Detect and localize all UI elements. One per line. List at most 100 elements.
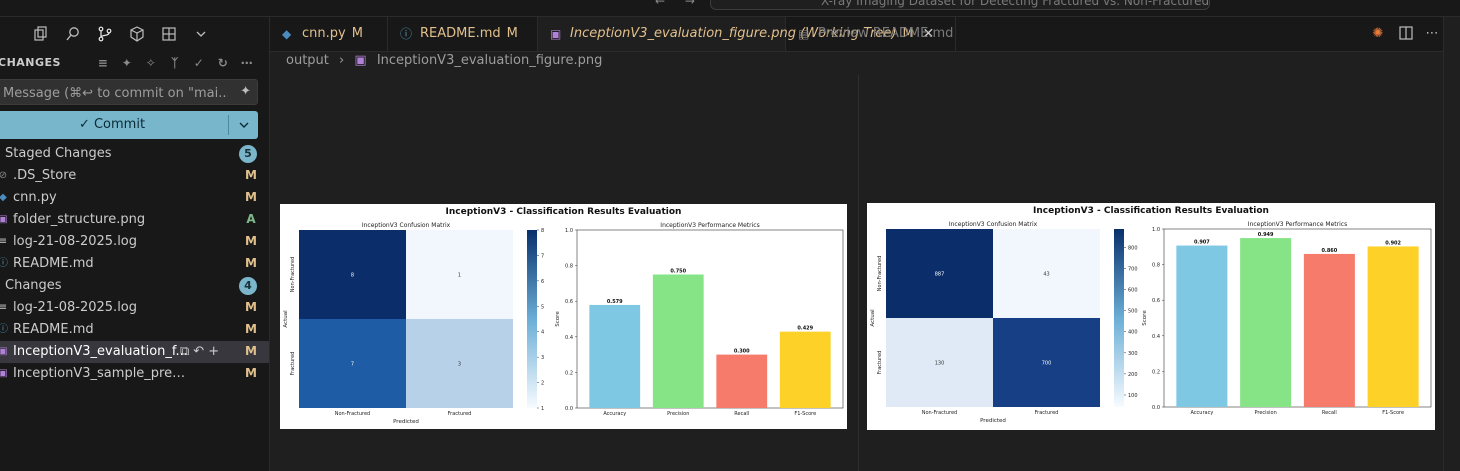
- colorbar-tick-label: 300: [1128, 351, 1138, 357]
- file-type-icon: ◆: [0, 192, 7, 203]
- confusion-cell-value: 700: [1042, 361, 1052, 367]
- commit-button-group: ✓ Commit: [0, 111, 258, 139]
- colorbar-tick-label: 5: [541, 304, 544, 310]
- colorbar-tick-label: 4: [541, 330, 544, 336]
- staged-group-header[interactable]: Staged Changes 5: [0, 143, 269, 165]
- colorbar-tick-label: 400: [1128, 330, 1138, 336]
- colorbar-tick-label: 7: [541, 253, 544, 259]
- figure-title: InceptionV3 - Classification Results Eva…: [1033, 206, 1269, 216]
- metrics-y-tick-label: 0.4: [1152, 334, 1160, 340]
- scm-file-row[interactable]: ▣ InceptionV3_evaluation_f... ⧉↶+ M: [0, 341, 269, 363]
- scm-file-row[interactable]: ≡ log-21-08-2025.log M: [0, 297, 269, 319]
- extensions-icon[interactable]: [129, 26, 145, 42]
- git-status-badge: M: [245, 300, 257, 314]
- file-name: InceptionV3_evaluation_f...: [13, 344, 188, 359]
- file-name: cnn.py: [13, 190, 57, 205]
- scm-file-row[interactable]: ⓘ README.md M: [0, 319, 269, 341]
- remote-explorer-icon[interactable]: [161, 26, 177, 42]
- metrics-x-tick: Accuracy: [603, 411, 626, 417]
- confusion-cell-value: 8: [351, 273, 354, 279]
- tab-file-icon: ◆: [282, 27, 292, 41]
- diff-divider: [858, 75, 859, 471]
- metrics-y-tick-label: 1.0: [1152, 227, 1160, 233]
- source-control-sidebar: CHANGES ≡ ✦ ✧ ᛉ ✓ ↻ ⋯ ✦ ✓ Commit Staged …: [0, 17, 270, 471]
- changes-header: CHANGES ≡ ✦ ✧ ᛉ ✓ ↻ ⋯: [0, 55, 269, 71]
- commit-message-input[interactable]: [1, 83, 230, 103]
- metrics-x-tick: F1-Score: [794, 411, 816, 417]
- scm-file-row[interactable]: ▣ InceptionV3_sample_predictions.p... M: [0, 363, 269, 385]
- scm-file-row[interactable]: ▣ folder_structure.png A: [0, 209, 269, 231]
- history-nav[interactable]: ← →: [655, 0, 703, 8]
- commit-check-icon[interactable]: ✓: [191, 55, 207, 71]
- search-icon[interactable]: [65, 26, 81, 42]
- more-actions-icon[interactable]: ⋯: [1424, 26, 1440, 42]
- open-file-icon[interactable]: ⧉: [180, 344, 193, 359]
- confusion-cell-value: 1: [458, 273, 461, 279]
- metrics-bar: [652, 274, 704, 408]
- metrics-title: InceptionV3 Performance Metrics: [660, 222, 759, 229]
- command-center-search[interactable]: X-ray Imaging Dataset for Detecting Frac…: [710, 0, 1210, 10]
- commit-dropdown-button[interactable]: [229, 111, 258, 139]
- explorer-icon[interactable]: [33, 26, 49, 42]
- confusion-y-tick: Non-Fractured: [877, 256, 883, 291]
- changes-header-label: CHANGES: [0, 56, 61, 69]
- confusion-cell-value: 7: [351, 362, 354, 368]
- stage-icon[interactable]: +: [208, 344, 223, 359]
- title-bar: ← → X-ray Imaging Dataset for Detecting …: [0, 0, 1460, 17]
- git-status-badge: M: [245, 256, 257, 270]
- tab-file-icon: ⓘ: [400, 27, 413, 41]
- generate-message-icon[interactable]: ✦: [240, 84, 251, 99]
- scm-file-row[interactable]: ⊘ .DS_Store M: [0, 165, 269, 187]
- scm-file-row[interactable]: ⓘ README.md M: [0, 253, 269, 275]
- tab-4[interactable]: ▤ Preview README.md: [786, 17, 956, 51]
- breadcrumb-folder[interactable]: output: [286, 53, 329, 68]
- colorbar-tick-label: 100: [1128, 393, 1138, 399]
- tab-2[interactable]: ⓘ README.md M: [388, 17, 538, 51]
- metrics-y-tick-label: 0.6: [565, 299, 573, 305]
- metrics-bar-label: 0.949: [1258, 232, 1274, 238]
- commit-button[interactable]: ✓ Commit: [0, 111, 228, 139]
- metrics-bar: [1240, 238, 1292, 407]
- sidebar-toolbar: [0, 17, 269, 51]
- metrics-y-tick-label: 0.2: [1152, 369, 1160, 375]
- metrics-x-tick: Accuracy: [1190, 410, 1213, 416]
- metrics-bar-label: 0.902: [1385, 240, 1401, 246]
- breadcrumb-file[interactable]: InceptionV3_evaluation_figure.png: [377, 53, 603, 68]
- scm-file-row[interactable]: ≡ log-21-08-2025.log M: [0, 231, 269, 253]
- figure-title: InceptionV3 - Classification Results Eva…: [446, 207, 682, 217]
- colorbar: [527, 230, 537, 408]
- tab-modified-mark: M: [351, 26, 363, 41]
- file-type-icon: ⓘ: [0, 258, 8, 269]
- git-status-badge: M: [245, 322, 257, 336]
- tab-label: README.md: [420, 26, 501, 41]
- git-status-badge: M: [245, 344, 257, 358]
- tab-3[interactable]: ▣ InceptionV3_evaluation_figure.png (Work…: [538, 17, 934, 51]
- sparkle-add-icon[interactable]: ✧: [143, 55, 159, 71]
- confusion-cell-value: 3: [458, 362, 461, 368]
- confusion-cell-value: 43: [1043, 272, 1049, 278]
- changes-group-header[interactable]: Changes 4: [0, 275, 269, 297]
- branch-icon[interactable]: ᛉ: [167, 55, 183, 71]
- chevron-down-icon[interactable]: [193, 26, 209, 42]
- discard-icon[interactable]: ↶: [193, 344, 208, 359]
- file-name: README.md: [13, 322, 94, 337]
- modified-figure: InceptionV3 - Classification Results Eva…: [867, 203, 1435, 430]
- sparkle-icon[interactable]: ✦: [119, 55, 135, 71]
- tab-1[interactable]: ◆ cnn.py M: [270, 17, 388, 51]
- metrics-bar: [1367, 246, 1419, 407]
- more-actions-icon[interactable]: ⋯: [239, 55, 255, 71]
- colorbar-tick-label: 8: [541, 228, 544, 234]
- colorbar-tick-label: 6: [541, 279, 544, 285]
- file-name: README.md: [13, 256, 94, 271]
- split-editor-icon[interactable]: [1398, 26, 1414, 42]
- refresh-icon[interactable]: ↻: [215, 55, 231, 71]
- scm-file-row[interactable]: ◆ cnn.py M: [0, 187, 269, 209]
- source-control-icon[interactable]: [97, 26, 113, 42]
- confusion-cell-value: 130: [935, 361, 945, 367]
- git-status-badge: M: [245, 168, 257, 182]
- metrics-bar: [779, 331, 831, 408]
- claude-icon[interactable]: ✺: [1370, 26, 1386, 42]
- view-as-tree-icon[interactable]: ≡: [95, 55, 111, 71]
- file-type-icon: ▣: [0, 214, 8, 225]
- metrics-y-tick-label: 0.8: [1152, 263, 1160, 269]
